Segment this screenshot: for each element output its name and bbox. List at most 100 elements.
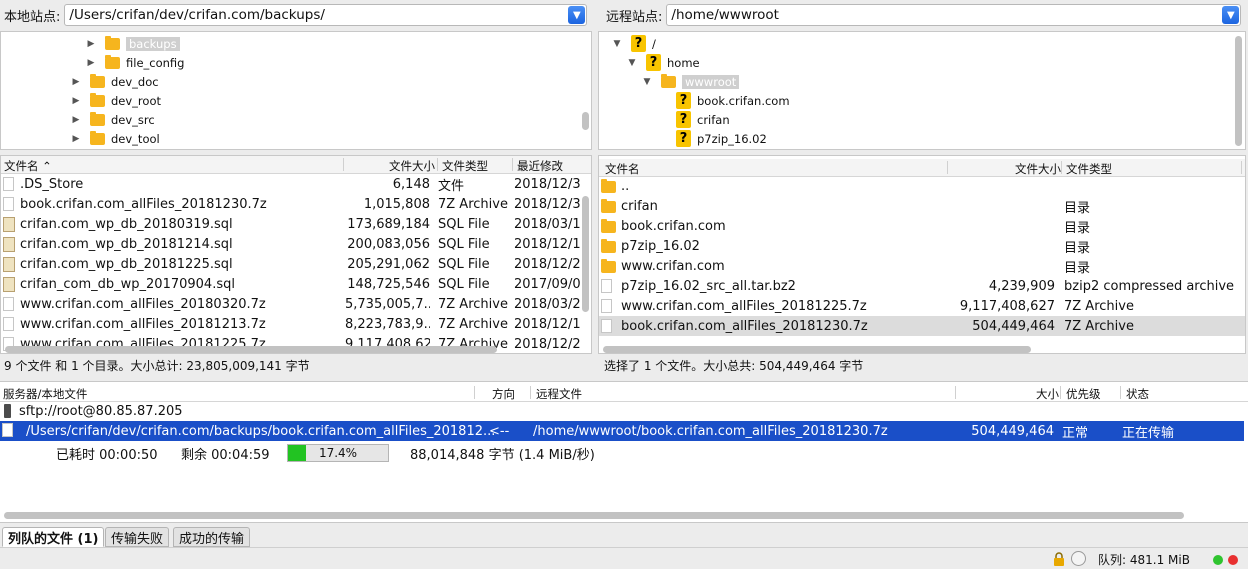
collapse-arrow-icon[interactable]: ▼ (611, 39, 623, 49)
local-directory-tree[interactable]: ▶ backups ▶ file_config ▶ dev_doc ▶ dev_… (0, 31, 592, 150)
transfer-remote-file[interactable]: /home/wwwroot/book.crifan.com_allFiles_2… (533, 424, 888, 439)
tree-item-label[interactable]: book.crifan.com (697, 94, 790, 108)
column-divider[interactable] (1120, 386, 1121, 399)
file-row[interactable]: p7zip_16.02_src_all.tar.bz2 4,239,909 bzip… (599, 276, 1245, 296)
file-name[interactable]: crifan.com_wp_db_20181225.sql (20, 257, 342, 272)
tab-failed-transfers[interactable]: 传输失败 (105, 527, 170, 547)
file-row[interactable]: www.crifan.com_allFiles_20180320.7z 5,735… (1, 294, 581, 314)
column-server[interactable]: 服务器/本地文件 (3, 386, 87, 402)
file-name[interactable]: p7zip_16.02 (621, 239, 947, 254)
expand-arrow-icon[interactable]: ▶ (70, 115, 82, 125)
tree-item-label[interactable]: dev_src (111, 113, 155, 127)
file-row[interactable]: www.crifan.com 目录 (599, 256, 1245, 276)
transfer-local-file[interactable]: /Users/crifan/dev/crifan.com/backups/boo… (26, 424, 495, 439)
remote-path-combo[interactable]: /home/wwwroot ▼ (666, 4, 1242, 26)
tab-successful-transfers[interactable]: 成功的传输 (173, 527, 251, 547)
column-divider[interactable] (947, 161, 948, 174)
chevron-down-icon[interactable]: ▼ (1222, 6, 1240, 24)
file-name[interactable]: book.crifan.com (621, 219, 947, 234)
file-row[interactable]: crifan.com_wp_db_20180319.sql 173,689,184… (1, 214, 581, 234)
expand-arrow-icon[interactable]: ▶ (85, 39, 97, 49)
file-name[interactable]: crifan.com_wp_db_20180319.sql (20, 217, 342, 232)
tree-item[interactable]: ? p7zip_16.02 (668, 129, 767, 148)
tree-item-label[interactable]: / (652, 37, 656, 51)
tree-item[interactable]: ▼ ? home (626, 53, 700, 72)
file-row[interactable]: book.crifan.com 目录 (599, 216, 1245, 236)
file-row[interactable]: book.crifan.com_allFiles_20181230.7z 504,… (599, 316, 1245, 336)
tree-item[interactable]: ▼ ? / (611, 34, 656, 53)
column-modified[interactable]: 最近修改 (517, 158, 563, 174)
column-name[interactable]: 文件名 ⌃ (4, 158, 52, 174)
queue-hscrollbar[interactable] (4, 512, 1184, 519)
tab-queued-files[interactable]: 列队的文件 (1) (2, 527, 105, 547)
local-list-hscrollbar[interactable] (5, 346, 497, 353)
collapse-arrow-icon[interactable]: ▼ (626, 58, 638, 68)
column-divider[interactable] (1241, 161, 1242, 174)
tree-item-label[interactable]: p7zip_16.02 (697, 132, 767, 146)
tree-item[interactable]: ▼ wwwroot (641, 72, 740, 91)
tree-item[interactable]: ▶ backups (85, 34, 180, 53)
tree-item[interactable]: ▶ dev_root (70, 91, 161, 110)
column-status[interactable]: 状态 (1126, 386, 1149, 402)
file-name[interactable]: book.crifan.com_allFiles_20181230.7z (621, 319, 947, 334)
remote-directory-tree[interactable]: ▼ ? / ▼ ? home ▼ wwwroot ? book.crifan.c… (598, 31, 1246, 150)
column-size[interactable]: 文件大小 (1015, 161, 1061, 177)
column-divider[interactable] (437, 158, 438, 171)
expand-arrow-icon[interactable]: ▶ (70, 96, 82, 106)
tab-label[interactable]: 成功的传输 (179, 528, 244, 547)
column-size[interactable]: 文件大小 (389, 158, 435, 174)
speed-limit-icon[interactable] (1071, 551, 1086, 566)
column-divider[interactable] (1060, 386, 1061, 399)
expand-arrow-icon[interactable]: ▶ (70, 77, 82, 87)
file-row[interactable]: .. (599, 176, 1245, 196)
local-tree-scrollbar[interactable] (582, 112, 589, 130)
local-file-list[interactable]: 文件名 ⌃ 文件大小 文件类型 最近修改 .DS_Store 6,148 文件 201… (0, 155, 592, 354)
local-list-vscrollbar[interactable] (582, 196, 589, 312)
column-priority[interactable]: 优先级 (1066, 386, 1101, 402)
tree-item-label[interactable]: dev_root (111, 94, 161, 108)
tree-item-label[interactable]: file_config (126, 56, 184, 70)
file-name[interactable]: crifan.com_wp_db_20181214.sql (20, 237, 342, 252)
transfer-queue[interactable]: 服务器/本地文件 方向 远程文件 大小 优先级 状态 sftp://root@8… (0, 381, 1248, 523)
remote-tree-scrollbar[interactable] (1235, 36, 1242, 146)
tree-item-label[interactable]: dev_tool (111, 132, 160, 146)
queue-server-row[interactable]: sftp://root@80.85.87.205 (0, 401, 1248, 421)
server-address[interactable]: sftp://root@80.85.87.205 (19, 404, 183, 419)
expand-arrow-icon[interactable]: ▶ (70, 134, 82, 144)
column-type[interactable]: 文件类型 (442, 158, 488, 174)
column-name[interactable]: 文件名 (605, 161, 640, 177)
file-row[interactable]: www.crifan.com_allFiles_20181213.7z 8,223… (1, 314, 581, 334)
file-row[interactable]: crifan.com_wp_db_20181214.sql 200,083,056… (1, 234, 581, 254)
file-name[interactable]: crifan (621, 199, 947, 214)
file-row[interactable]: .DS_Store 6,148 文件 2018/12/30 (1, 174, 581, 194)
tree-item-label[interactable]: dev_doc (111, 75, 159, 89)
queue-transfer-row[interactable]: /Users/crifan/dev/crifan.com/backups/boo… (0, 421, 1244, 441)
column-type[interactable]: 文件类型 (1066, 161, 1112, 177)
remote-list-hscrollbar[interactable] (603, 346, 1031, 353)
file-row[interactable]: www.crifan.com_allFiles_20181225.7z 9,117… (599, 296, 1245, 316)
column-remote-file[interactable]: 远程文件 (536, 386, 582, 402)
collapse-arrow-icon[interactable]: ▼ (641, 77, 653, 87)
chevron-down-icon[interactable]: ▼ (568, 6, 586, 24)
remote-file-list[interactable]: 文件名 文件大小 文件类型 .. crifan 目录 book.crifan.com 目… (598, 155, 1246, 354)
tree-item[interactable]: ▶ dev_src (70, 110, 155, 129)
tree-item[interactable]: ▶ file_config (85, 53, 184, 72)
file-name[interactable]: .. (621, 179, 947, 194)
column-divider[interactable] (530, 386, 531, 399)
file-name[interactable]: crifan_com_db_wp_20170904.sql (20, 277, 342, 292)
column-divider[interactable] (512, 158, 513, 171)
tree-item-label[interactable]: backups (126, 36, 180, 51)
local-path-value[interactable]: /Users/crifan/dev/crifan.com/backups/ (69, 7, 325, 23)
tree-item-label[interactable]: wwwroot (682, 74, 740, 89)
remote-path-value[interactable]: /home/wwwroot (671, 7, 779, 23)
column-direction[interactable]: 方向 (492, 386, 515, 402)
file-row[interactable]: crifan_com_db_wp_20170904.sql 148,725,546… (1, 274, 581, 294)
tree-item[interactable]: ▶ dev_tool (70, 129, 160, 148)
column-divider[interactable] (1061, 161, 1062, 174)
column-divider[interactable] (474, 386, 475, 399)
file-name[interactable]: www.crifan.com_allFiles_20181213.7z (20, 317, 342, 332)
file-name[interactable]: .DS_Store (20, 177, 342, 192)
tab-label[interactable]: 列队的文件 (1) (8, 528, 98, 547)
file-name[interactable]: www.crifan.com (621, 259, 947, 274)
column-size[interactable]: 大小 (1036, 386, 1059, 402)
